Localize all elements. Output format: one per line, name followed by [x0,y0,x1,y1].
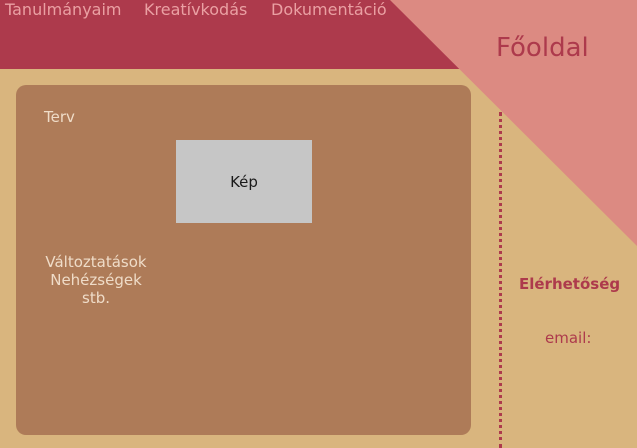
note-line-changes: Változtatások [45,253,147,271]
nav-link-kreativkodas[interactable]: Kreatívkodás [144,0,247,19]
image-placeholder-label: Kép [230,172,258,191]
nav-link-tanulmanyaim[interactable]: Tanulmányaim [5,0,122,19]
notes-text: Változtatások Nehézségek stb. [28,253,164,307]
plan-heading: Terv [44,108,75,126]
email-label: email: [545,329,592,347]
nav-link-dokumentacio[interactable]: Dokumentáció [271,0,387,19]
image-placeholder: Kép [176,140,312,223]
home-link[interactable]: Főoldal [496,33,589,63]
dotted-divider [499,112,502,448]
contact-heading: Elérhetőség [519,275,621,293]
note-line-difficulties: Nehézségek [50,271,142,289]
note-line-etc: stb. [82,289,110,307]
